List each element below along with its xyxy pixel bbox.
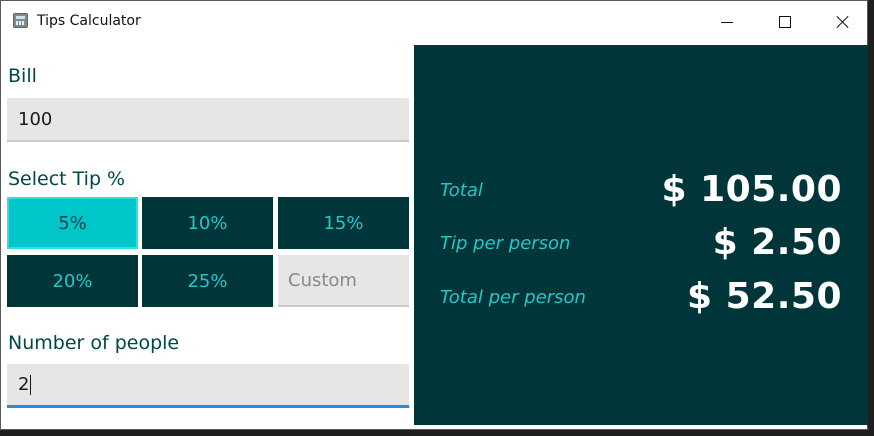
close-button[interactable] xyxy=(814,1,872,43)
minimize-icon xyxy=(721,21,733,23)
tip-button-label: 25% xyxy=(187,270,228,292)
tip-button-25[interactable]: 25% xyxy=(142,255,273,307)
maximize-button[interactable] xyxy=(756,1,814,43)
tip-per-person-value: $ 2.50 xyxy=(712,222,842,263)
number-of-people-label: Number of people xyxy=(8,332,180,354)
tip-button-label: 15% xyxy=(323,212,364,234)
tip-button-5[interactable]: 5% xyxy=(7,197,138,249)
tip-button-15[interactable]: 15% xyxy=(278,197,409,249)
tip-button-label: 20% xyxy=(52,270,93,292)
calculator-icon xyxy=(13,13,28,28)
total-per-person-label: Total per person xyxy=(440,287,586,308)
number-of-people-value: 2 xyxy=(18,374,30,395)
total-label: Total xyxy=(440,180,483,201)
results-panel: Total $ 105.00 Tip per person $ 2.50 Tot… xyxy=(414,45,868,425)
tip-button-label: 10% xyxy=(187,212,228,234)
window-title: Tips Calculator xyxy=(37,13,141,29)
tip-per-person-label: Tip per person xyxy=(440,233,571,254)
total-value: $ 105.00 xyxy=(661,169,842,210)
bill-value: 100 xyxy=(18,108,53,130)
custom-tip-input[interactable]: Custom xyxy=(278,255,409,307)
bill-label: Bill xyxy=(8,65,37,87)
tip-button-20[interactable]: 20% xyxy=(7,255,138,307)
number-of-people-input[interactable]: 2 xyxy=(7,364,409,408)
title-bar[interactable]: Tips Calculator xyxy=(1,1,867,43)
text-caret xyxy=(30,374,32,395)
app-window: Tips Calculator Bill 100 Select Tip % 5%… xyxy=(0,0,868,430)
tip-button-10[interactable]: 10% xyxy=(142,197,273,249)
close-icon xyxy=(836,15,850,29)
bill-input[interactable]: 100 xyxy=(7,98,409,142)
custom-tip-placeholder: Custom xyxy=(288,269,357,291)
tip-button-label: 5% xyxy=(58,212,87,234)
maximize-icon xyxy=(779,16,791,28)
total-per-person-value: $ 52.50 xyxy=(687,276,842,317)
minimize-button[interactable] xyxy=(698,1,756,43)
select-tip-label: Select Tip % xyxy=(8,168,126,190)
